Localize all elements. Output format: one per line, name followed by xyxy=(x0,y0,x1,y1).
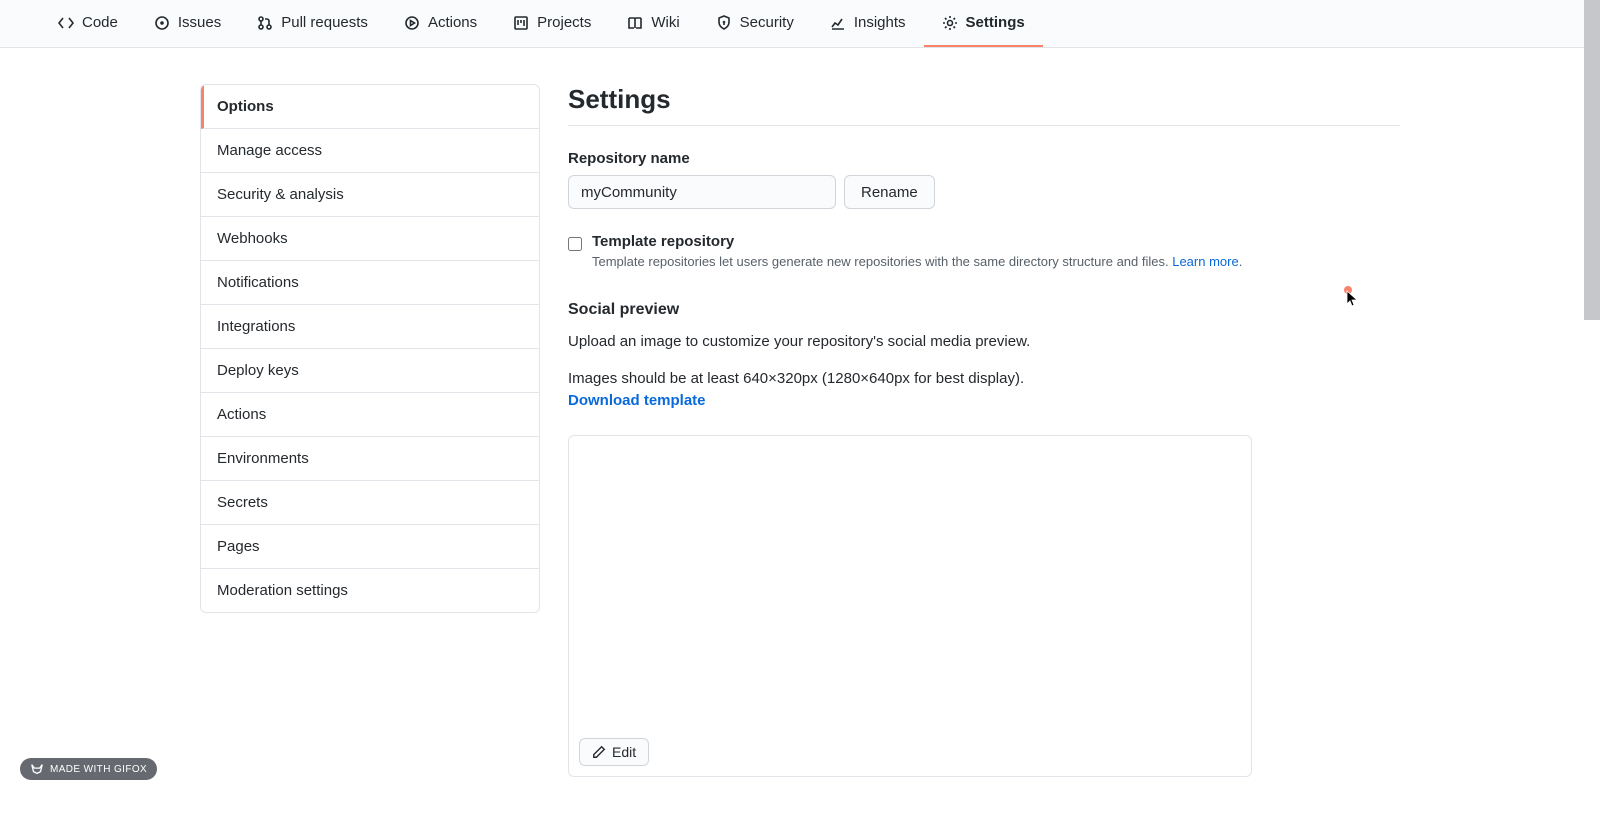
sidebar-item-label: Security & analysis xyxy=(217,186,344,203)
tab-label: Projects xyxy=(537,14,591,31)
sidebar-item-pages[interactable]: Pages xyxy=(201,525,539,569)
sidebar-item-secrets[interactable]: Secrets xyxy=(201,481,539,525)
tab-label: Issues xyxy=(178,14,221,31)
template-repo-row: Template repository Template repositorie… xyxy=(568,233,1400,269)
sidebar-item-label: Notifications xyxy=(217,274,299,291)
tab-label: Wiki xyxy=(651,14,679,31)
issue-icon xyxy=(154,15,170,31)
graph-icon xyxy=(830,15,846,31)
settings-menu: Options Manage access Security & analysi… xyxy=(200,84,540,613)
pr-icon xyxy=(257,15,273,31)
template-repo-sub: Template repositories let users generate… xyxy=(592,254,1242,269)
social-preview-box: Edit xyxy=(568,435,1252,777)
tab-security[interactable]: Security xyxy=(698,0,812,47)
sidebar-item-moderation[interactable]: Moderation settings xyxy=(201,569,539,612)
tab-label: Code xyxy=(82,14,118,31)
play-icon xyxy=(404,15,420,31)
template-repo-label: Template repository xyxy=(592,233,1242,250)
page-title: Settings xyxy=(568,84,1400,126)
gifox-badge-label: MADE WITH GIFOX xyxy=(50,764,147,775)
sidebar-item-label: Manage access xyxy=(217,142,322,159)
rename-button[interactable]: Rename xyxy=(844,175,935,209)
tab-actions[interactable]: Actions xyxy=(386,0,495,47)
gear-icon xyxy=(942,15,958,31)
sidebar-item-label: Actions xyxy=(217,406,266,423)
tab-label: Actions xyxy=(428,14,477,31)
settings-main: Settings Repository name Rename Template… xyxy=(568,84,1400,777)
tab-projects[interactable]: Projects xyxy=(495,0,609,47)
sidebar-item-label: Webhooks xyxy=(217,230,288,247)
social-preview-line1: Upload an image to customize your reposi… xyxy=(568,331,1400,354)
tab-label: Settings xyxy=(966,14,1025,31)
social-preview-heading: Social preview xyxy=(568,301,1400,319)
project-icon xyxy=(513,15,529,31)
download-template-link[interactable]: Download template xyxy=(568,392,706,409)
learn-more-link[interactable]: Learn more xyxy=(1172,254,1238,269)
tab-label: Insights xyxy=(854,14,906,31)
sidebar-item-label: Moderation settings xyxy=(217,582,348,599)
template-repo-sub-text: Template repositories let users generate… xyxy=(592,254,1172,269)
sidebar-item-label: Deploy keys xyxy=(217,362,299,379)
sidebar-item-options[interactable]: Options xyxy=(201,85,539,129)
tab-code[interactable]: Code xyxy=(40,0,136,47)
sidebar-item-label: Options xyxy=(217,98,274,115)
tab-insights[interactable]: Insights xyxy=(812,0,924,47)
code-icon xyxy=(58,15,74,31)
fox-icon xyxy=(30,762,44,776)
scrollbar[interactable] xyxy=(1584,0,1600,320)
sidebar-item-label: Environments xyxy=(217,450,309,467)
sidebar-item-actions[interactable]: Actions xyxy=(201,393,539,437)
sidebar-item-security-analysis[interactable]: Security & analysis xyxy=(201,173,539,217)
sidebar-item-label: Secrets xyxy=(217,494,268,511)
tab-label: Security xyxy=(740,14,794,31)
sidebar-item-webhooks[interactable]: Webhooks xyxy=(201,217,539,261)
book-icon xyxy=(627,15,643,31)
repo-name-input[interactable] xyxy=(568,175,836,209)
shield-icon xyxy=(716,15,732,31)
edit-preview-button[interactable]: Edit xyxy=(579,738,649,766)
social-preview-line2-block: Images should be at least 640×320px (128… xyxy=(568,368,1400,413)
template-repo-checkbox[interactable] xyxy=(568,237,582,251)
page-body: Options Manage access Security & analysi… xyxy=(160,48,1440,813)
tab-wiki[interactable]: Wiki xyxy=(609,0,697,47)
edit-button-label: Edit xyxy=(612,744,636,760)
social-preview-line2: Images should be at least 640×320px (128… xyxy=(568,370,1024,387)
tab-pull-requests[interactable]: Pull requests xyxy=(239,0,386,47)
sidebar-item-deploy-keys[interactable]: Deploy keys xyxy=(201,349,539,393)
pencil-icon xyxy=(592,745,606,759)
sidebar-item-label: Integrations xyxy=(217,318,295,335)
sidebar-item-label: Pages xyxy=(217,538,260,555)
repo-name-label: Repository name xyxy=(568,150,1400,167)
repo-tabs: Code Issues Pull requests Actions Projec… xyxy=(0,0,1600,48)
tab-settings[interactable]: Settings xyxy=(924,0,1043,47)
sidebar-item-notifications[interactable]: Notifications xyxy=(201,261,539,305)
settings-sidebar: Options Manage access Security & analysi… xyxy=(200,84,540,777)
sidebar-item-manage-access[interactable]: Manage access xyxy=(201,129,539,173)
tab-issues[interactable]: Issues xyxy=(136,0,239,47)
sidebar-item-integrations[interactable]: Integrations xyxy=(201,305,539,349)
tab-label: Pull requests xyxy=(281,14,368,31)
gifox-badge: MADE WITH GIFOX xyxy=(20,758,157,780)
sidebar-item-environments[interactable]: Environments xyxy=(201,437,539,481)
repo-name-row: Rename xyxy=(568,175,1400,209)
